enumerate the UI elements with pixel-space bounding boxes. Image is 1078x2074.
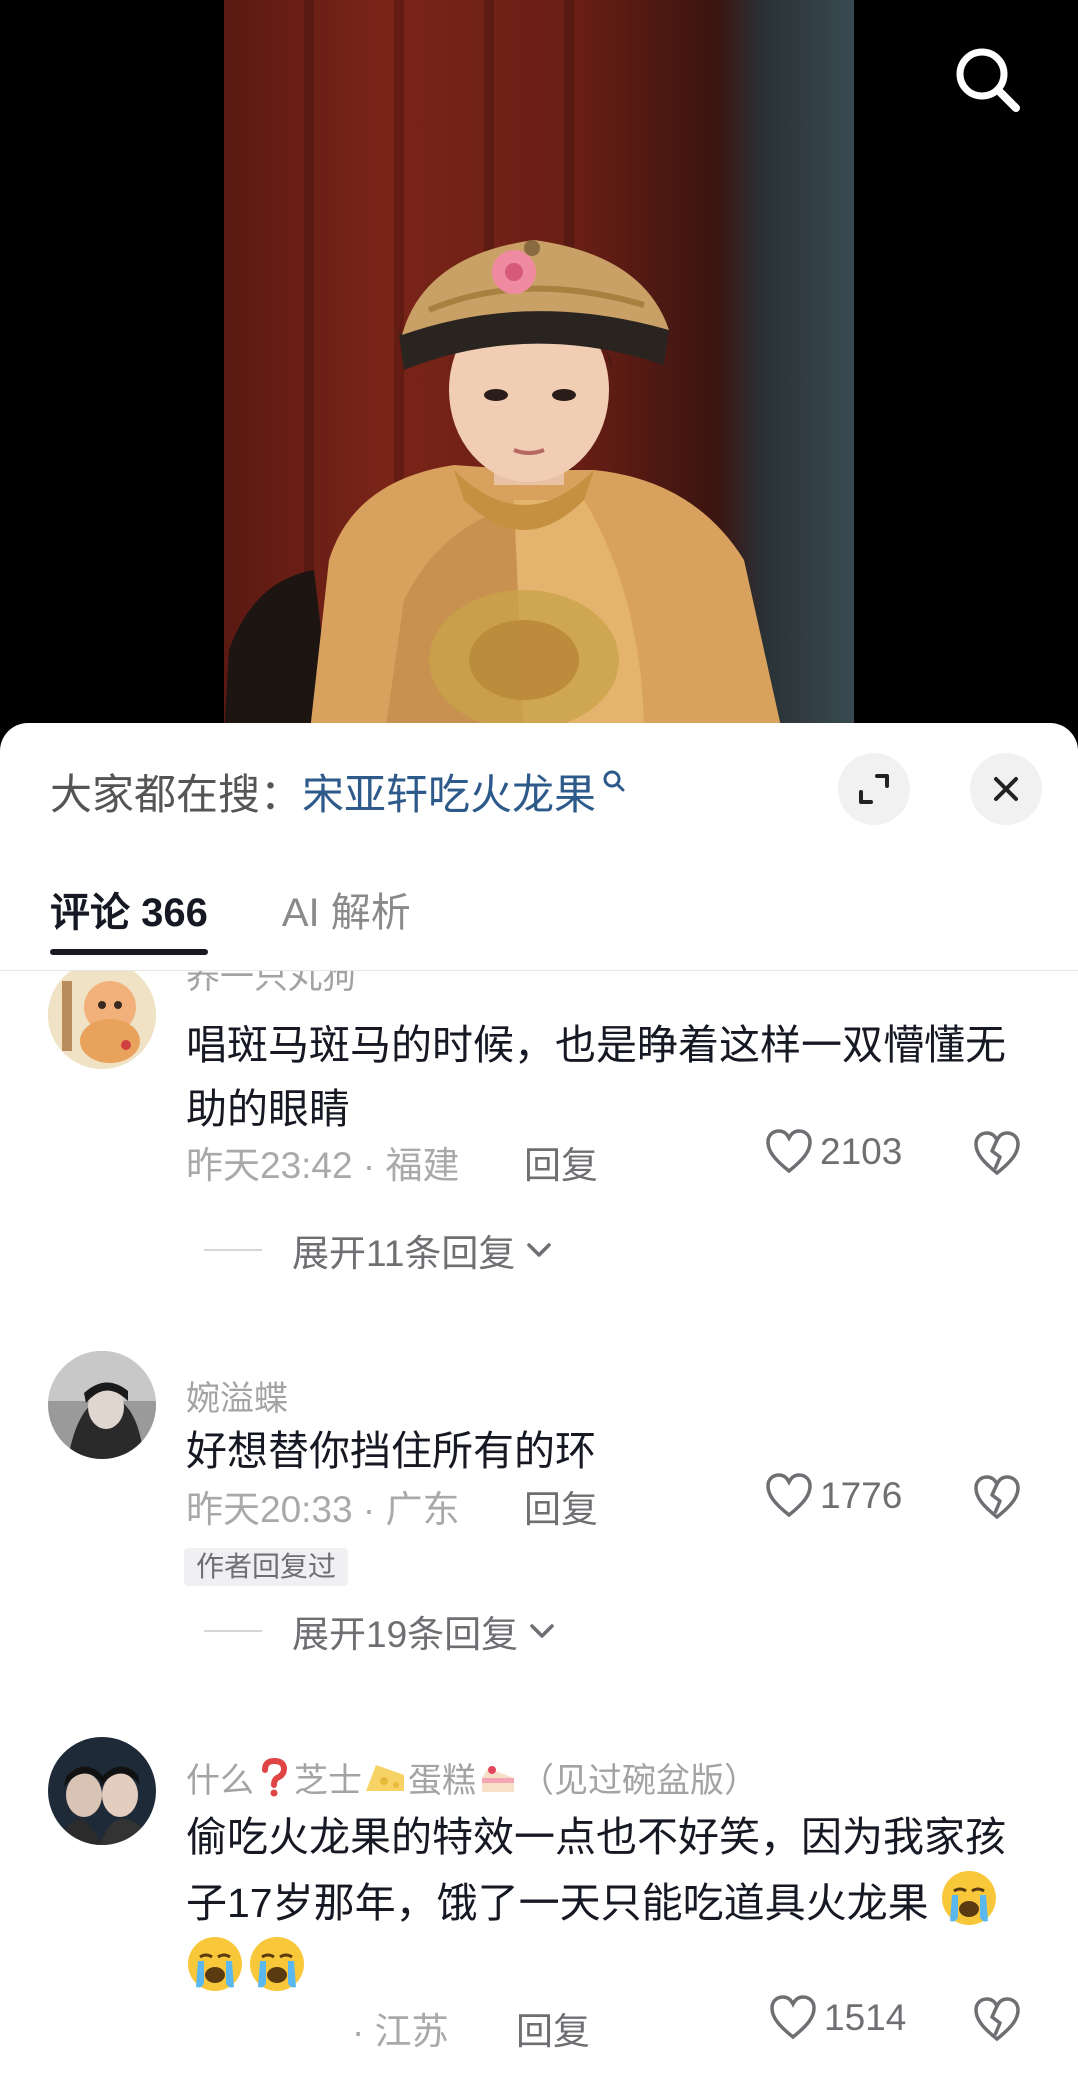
comment-username[interactable]: 婉溢蝶 bbox=[186, 1371, 288, 1420]
comment-username[interactable]: 什么 芝士 蛋糕 （见过碗盆版） bbox=[186, 1753, 758, 1802]
expand-replies-label: 展开11条回复 bbox=[292, 1233, 516, 1274]
search-icon bbox=[956, 48, 1020, 112]
username-part: 蛋糕 bbox=[408, 1762, 476, 1800]
username-part: 芝士 bbox=[294, 1762, 362, 1800]
like-count: 1514 bbox=[824, 1997, 907, 2038]
broken-heart-icon bbox=[974, 1997, 1020, 2042]
trending-prefix: 大家都在搜： bbox=[50, 770, 303, 818]
video-figure-image bbox=[224, 240, 784, 740]
reply-button[interactable]: 回复 bbox=[524, 1135, 598, 1189]
comment-text-body: 偷吃火龙果的特效一点也不好笑，因为我家孩子17岁那年，饿了一天只能吃道具火龙果 bbox=[186, 1814, 1006, 1926]
heart-icon bbox=[766, 1129, 812, 1174]
dislike-button[interactable] bbox=[972, 1995, 1022, 2045]
comment-time-location: 昨天23:42 · 福建 bbox=[186, 1145, 460, 1186]
expand-replies[interactable]: 展开19条回复 bbox=[204, 1604, 558, 1658]
dislike-button[interactable] bbox=[972, 1129, 1022, 1179]
video-frame bbox=[224, 0, 854, 740]
expand-icon bbox=[859, 774, 889, 804]
crying-face-emoji bbox=[250, 1937, 304, 1991]
avatar[interactable] bbox=[48, 1737, 156, 1845]
avatar[interactable] bbox=[48, 971, 156, 1069]
cheese-emoji bbox=[366, 1764, 404, 1791]
comment-sheet: 大家都在搜： 宋亚轩吃火龙果 评论 366 AI 解析 养一只丸狗 唱斑马斑马的… bbox=[0, 723, 1078, 2074]
chevron-down-icon bbox=[530, 1624, 554, 1638]
comment-time-location: · 江苏 bbox=[352, 2011, 449, 2052]
comment-text: 好想替你挡住所有的环 bbox=[186, 1428, 596, 1474]
trending-query-link[interactable]: 宋亚轩吃火龙果 bbox=[302, 761, 596, 822]
comment-text: 唱斑马斑马的时候，也是睁着这样一双懵懂无助的眼睛 bbox=[186, 1022, 1006, 1132]
like-button[interactable]: 2103 bbox=[764, 1127, 902, 1177]
dislike-button[interactable] bbox=[972, 1473, 1022, 1523]
search-small-icon bbox=[602, 769, 626, 813]
expand-replies[interactable]: 展开11条回复 bbox=[204, 1223, 555, 1277]
broken-heart-icon bbox=[974, 1475, 1020, 1520]
question-mark-emoji bbox=[262, 1757, 288, 1796]
expand-replies-label: 展开19条回复 bbox=[292, 1614, 519, 1655]
trending-search[interactable]: 大家都在搜： 宋亚轩吃火龙果 bbox=[50, 761, 626, 821]
tab-comments[interactable]: 评论 366 bbox=[50, 885, 208, 955]
close-button[interactable] bbox=[970, 753, 1042, 825]
like-button[interactable]: 1514 bbox=[768, 1993, 906, 2043]
broken-heart-icon bbox=[974, 1131, 1020, 1176]
username-part: （见过碗盆版） bbox=[520, 1762, 758, 1800]
like-count: 1776 bbox=[820, 1475, 903, 1516]
comment-time-location: 昨天20:33 · 广东 bbox=[186, 1489, 460, 1530]
reply-button[interactable]: 回复 bbox=[524, 1479, 598, 1533]
close-icon bbox=[994, 777, 1018, 801]
comment-text: 偷吃火龙果的特效一点也不好笑，因为我家孩子17岁那年，饿了一天只能吃道具火龙果 bbox=[186, 1805, 1036, 2001]
author-replied-badge: 作者回复过 bbox=[184, 1548, 349, 1586]
crying-face-emoji bbox=[188, 1937, 242, 1991]
expand-button[interactable] bbox=[838, 753, 910, 825]
like-count: 2103 bbox=[820, 1131, 903, 1172]
avatar[interactable] bbox=[48, 1351, 156, 1459]
tab-ai-analysis[interactable]: AI 解析 bbox=[282, 885, 411, 955]
comment-username[interactable]: 养一只丸狗 bbox=[186, 971, 356, 998]
search-button[interactable] bbox=[950, 42, 1026, 118]
username-part: 什么 bbox=[186, 1762, 254, 1800]
chevron-down-icon bbox=[527, 1243, 552, 1257]
comment-list[interactable]: 养一只丸狗 唱斑马斑马的时候，也是睁着这样一双懵懂无助的眼睛 昨天23:42 ·… bbox=[0, 971, 1078, 2074]
crying-face-emoji bbox=[942, 1871, 997, 1925]
comment-tabs: 评论 366 AI 解析 bbox=[50, 885, 411, 955]
cake-emoji bbox=[482, 1765, 514, 1792]
video-player[interactable] bbox=[0, 0, 1078, 740]
heart-icon bbox=[770, 1995, 816, 2040]
like-button[interactable]: 1776 bbox=[764, 1471, 902, 1521]
reply-button[interactable]: 回复 bbox=[516, 2001, 590, 2055]
heart-icon bbox=[766, 1473, 812, 1518]
